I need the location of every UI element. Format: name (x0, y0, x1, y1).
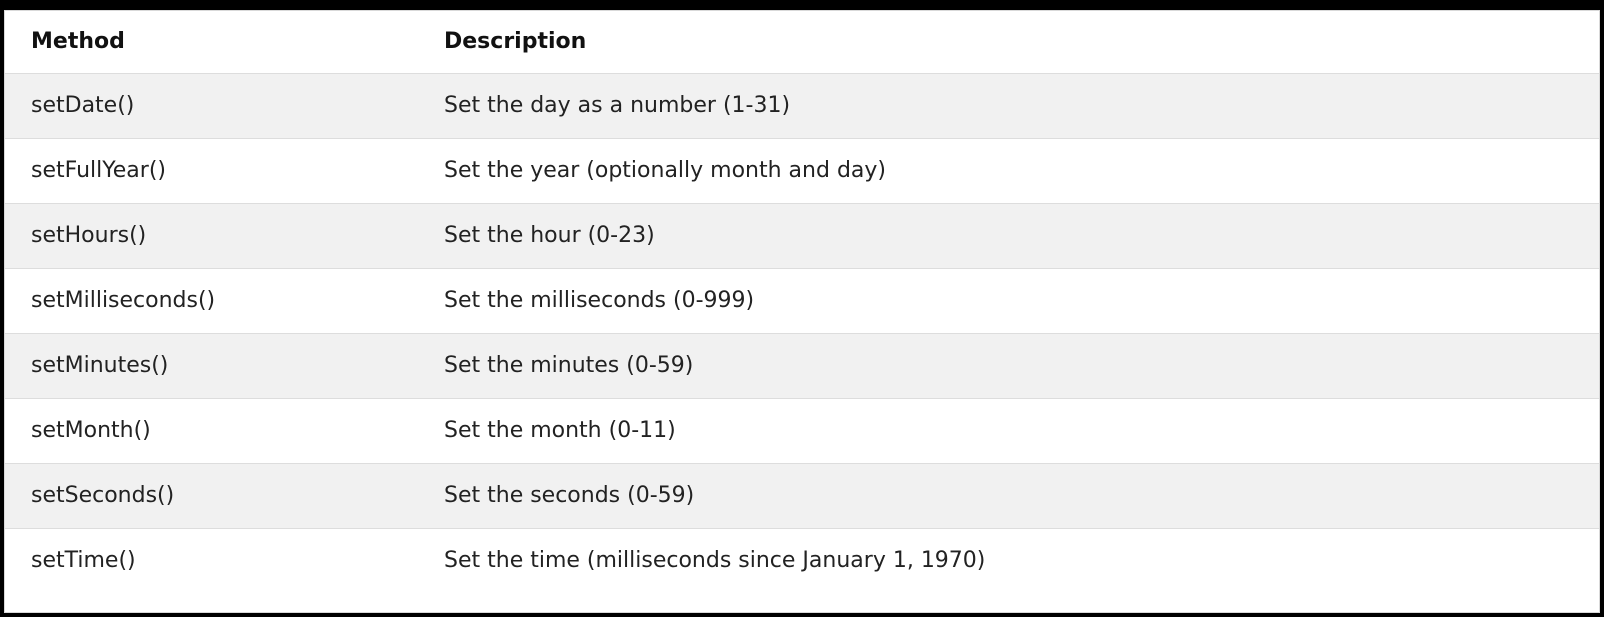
table-row: setMonth() Set the month (0-11) (5, 398, 1599, 464)
method-cell: setSeconds() (5, 463, 418, 529)
table-row: setDate() Set the day as a number (1-31) (5, 73, 1599, 139)
date-set-methods-table: Method Description setDate() Set the day… (5, 11, 1599, 593)
description-cell: Set the minutes (0-59) (418, 333, 1599, 399)
table-row: setTime() Set the time (milliseconds sin… (5, 528, 1599, 593)
method-cell: setMonth() (5, 398, 418, 464)
description-cell: Set the hour (0-23) (418, 203, 1599, 269)
description-cell: Set the year (optionally month and day) (418, 138, 1599, 204)
table-row: setMinutes() Set the minutes (0-59) (5, 333, 1599, 399)
table-row: setSeconds() Set the seconds (0-59) (5, 463, 1599, 529)
description-cell: Set the month (0-11) (418, 398, 1599, 464)
method-cell: setDate() (5, 73, 418, 139)
description-cell: Set the seconds (0-59) (418, 463, 1599, 529)
table-row: setMilliseconds() Set the milliseconds (… (5, 268, 1599, 334)
method-cell: setTime() (5, 528, 418, 593)
description-cell: Set the day as a number (1-31) (418, 73, 1599, 139)
description-cell: Set the milliseconds (0-999) (418, 268, 1599, 334)
method-cell: setHours() (5, 203, 418, 269)
column-header-description: Description (418, 11, 1599, 74)
table-header-row: Method Description (5, 11, 1599, 74)
reference-table-panel: Method Description setDate() Set the day… (4, 10, 1600, 613)
table-row: setFullYear() Set the year (optionally m… (5, 138, 1599, 204)
method-cell: setMilliseconds() (5, 268, 418, 334)
method-cell: setFullYear() (5, 138, 418, 204)
method-cell: setMinutes() (5, 333, 418, 399)
table-row: setHours() Set the hour (0-23) (5, 203, 1599, 269)
column-header-method: Method (5, 11, 418, 74)
description-cell: Set the time (milliseconds since January… (418, 528, 1599, 593)
